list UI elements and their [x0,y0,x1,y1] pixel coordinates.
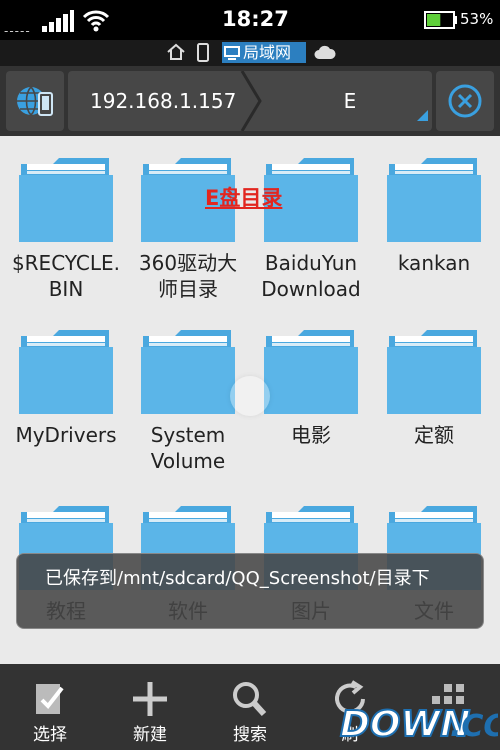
status-bar: ----- 18:27 53% [0,0,500,40]
search-button[interactable]: 搜索 [200,664,300,750]
path-bar: 192.168.1.157 E [0,66,500,136]
new-button[interactable]: 新建 [100,664,200,750]
svg-text:.CC: .CC [450,709,498,744]
folder-icon [387,158,481,242]
folder-item[interactable]: 定额 [372,326,496,448]
folder-icon [387,330,481,414]
select-label: 选择 [33,725,67,745]
folder-label: kankan [397,251,471,275]
new-label: 新建 [133,725,167,745]
network-devices-button[interactable] [6,71,64,131]
folder-icon [264,330,358,414]
tab-lan-label: 局域网 [243,43,292,62]
folder-item[interactable]: $RECYCLE. BIN [4,154,128,302]
breadcrumb-separator [240,71,262,131]
folder-item[interactable]: MyDrivers [4,326,128,448]
close-icon [448,84,482,118]
folder-item[interactable]: kankan [372,154,496,276]
close-path-button[interactable] [436,71,494,131]
select-button[interactable]: 选择 [0,664,100,750]
folder-item[interactable]: 360驱动大 师目录 [126,154,250,302]
wifi-icon [82,10,110,32]
signal-icon [42,10,74,32]
search-icon [233,682,267,717]
phone-icon[interactable] [196,43,210,63]
directory-title: E盘目录 [205,186,283,210]
folder-label: BaiduYun Download [261,251,361,301]
folder-label: 定额 [414,423,454,447]
watermark-logo: DOWN .CC [339,703,498,746]
location-bar: 局域网 [0,40,500,66]
computer-icon [224,45,240,60]
select-icon [36,684,64,714]
folder-label: 360驱动大 师目录 [138,251,238,301]
battery-percent: 53% [460,10,494,28]
carrier-label: ----- [4,24,31,38]
network-devices-icon [17,86,53,116]
toast-message: 已保存到/mnt/sdcard/QQ_Screenshot/目录下 [16,553,484,629]
search-label: 搜索 [233,725,267,745]
folder-label: 电影 [291,423,331,447]
folder-label: System Volume [150,423,226,473]
breadcrumb-host[interactable]: 192.168.1.157 [68,71,248,131]
folder-item[interactable]: BaiduYun Download [249,154,373,302]
breadcrumb: 192.168.1.157 E [68,71,432,131]
plus-icon [133,682,167,716]
dropdown-corner-icon[interactable] [417,110,428,121]
home-icon[interactable] [166,43,186,61]
folder-icon [19,330,113,414]
loading-spinner [230,376,270,416]
folder-label: MyDrivers [15,423,117,447]
folder-label: $RECYCLE. BIN [11,251,121,301]
folder-icon [19,158,113,242]
clock: 18:27 [222,7,289,31]
cloud-icon[interactable] [314,45,336,60]
folder-icon [141,330,235,414]
tab-lan[interactable]: 局域网 [222,42,306,63]
battery-icon [424,11,457,29]
breadcrumb-current[interactable]: E [268,71,432,131]
